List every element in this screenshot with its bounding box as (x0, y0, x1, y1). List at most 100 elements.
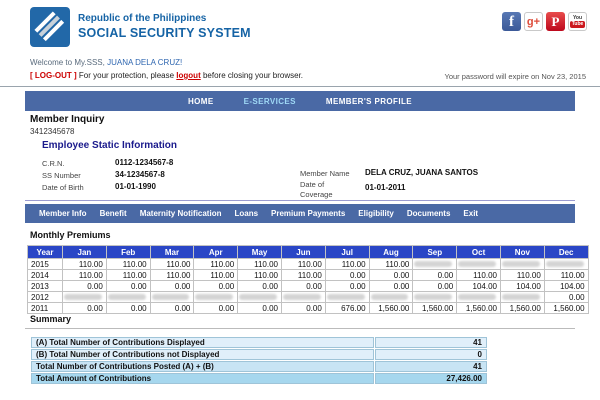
subnav-item-benefit[interactable]: Benefit (100, 209, 127, 218)
subnav-item-eligibility[interactable]: Eligibility (358, 209, 394, 218)
premium-cell-2013-aug: 0.00 (369, 281, 413, 291)
premium-cell-2011-mar: 0.00 (150, 303, 194, 313)
summary-table: (A) Total Number of Contributions Displa… (30, 336, 488, 385)
google-plus-icon[interactable]: g+ (524, 12, 543, 31)
main-nav: HOME E-SERVICES MEMBER'S PROFILE (25, 91, 575, 111)
facebook-icon[interactable]: f (502, 12, 521, 31)
premium-cell-2014-apr: 110.00 (194, 270, 238, 280)
year-cell-2012: 2012 (28, 292, 62, 302)
premium-cell-2013-oct: 104.00 (457, 281, 500, 291)
col-header-aug: Aug (369, 246, 413, 258)
subnav-item-maternity-notification[interactable]: Maternity Notification (140, 209, 222, 218)
nav-item-home[interactable]: HOME (188, 97, 214, 106)
premium-cell-2012-oct (457, 292, 500, 302)
premium-cell-2013-mar: 0.00 (150, 281, 194, 291)
summary-label-2: Total Number of Contributions Posted (A)… (31, 361, 374, 372)
welcome-user-name: JUANA DELA CRUZ! (107, 58, 183, 67)
premium-cell-2015-apr: 110.00 (194, 259, 238, 269)
premium-cell-2015-jun: 110.00 (281, 259, 325, 269)
summary-row-0: (A) Total Number of Contributions Displa… (31, 337, 487, 348)
premium-cell-2011-jan: 0.00 (63, 303, 106, 313)
premium-cell-2015-mar: 110.00 (150, 259, 194, 269)
premium-cell-2013-apr: 0.00 (194, 281, 238, 291)
crn-value: 0112-1234567-8 (115, 158, 174, 167)
redacted-value (64, 294, 102, 300)
premiums-table: Year Jan Feb Mar Apr May Jun Jul Aug Sep Oct Nov Dec… (27, 245, 589, 314)
premium-cell-2014-oct: 110.00 (457, 270, 500, 280)
redacted-value (151, 294, 190, 300)
welcome-message: Welcome to My.SSS, JUANA DELA CRUZ! (30, 58, 182, 67)
sub-nav: Member Info Benefit Maternity Notification… (25, 204, 575, 223)
subnav-item-documents[interactable]: Documents (407, 209, 451, 218)
premium-cell-2013-sep: 0.00 (413, 281, 457, 291)
premium-cell-2015-feb: 110.00 (106, 259, 150, 269)
premium-cell-2012-apr (194, 292, 238, 302)
subnav-item-member-info[interactable]: Member Info (39, 209, 87, 218)
redacted-value (107, 294, 146, 300)
premium-cell-2011-dec: 1,560.00 (544, 303, 588, 313)
org-line1: Republic of the Philippines (78, 13, 207, 24)
redacted-value (501, 294, 540, 300)
redacted-value (282, 294, 321, 300)
youtube-icon[interactable]: You Tube (568, 12, 587, 31)
subnav-item-premium-payments[interactable]: Premium Payments (271, 209, 345, 218)
premium-cell-2015-nov (500, 259, 544, 269)
header-divider (0, 86, 600, 87)
premium-cell-2013-jan: 0.00 (63, 281, 106, 291)
premium-cell-2012-nov (500, 292, 544, 302)
premium-cell-2015-jul: 110.00 (325, 259, 369, 269)
premium-cell-2012-jan (63, 292, 106, 302)
summary-value-3: 27,426.00 (375, 373, 487, 384)
subnav-item-exit[interactable]: Exit (463, 209, 478, 218)
logout-text-before: For your protection, please (78, 71, 175, 80)
col-header-jun: Jun (281, 246, 325, 258)
ss-number-label: SS Number (42, 171, 81, 180)
year-cell-2013: 2013 (28, 281, 62, 291)
col-header-jul: Jul (325, 246, 369, 258)
logout-button[interactable]: [ LOG-OUT ] (30, 71, 77, 80)
premium-cell-2012-dec: 0.00 (544, 292, 588, 302)
premium-cell-2012-sep (413, 292, 457, 302)
section-divider (25, 200, 575, 201)
logout-text-after: before closing your browser. (202, 71, 304, 80)
summary-divider (25, 328, 575, 329)
premiums-heading: Monthly Premiums (30, 230, 111, 240)
redacted-value (239, 294, 277, 300)
org-title: Republic of the Philippines SOCIAL SECUR… (78, 13, 251, 41)
premium-cell-2012-may (238, 292, 281, 302)
col-header-oct: Oct (457, 246, 500, 258)
premiums-row-2013: 2013 0.00 0.00 0.00 0.00 0.00 0.00 0.00 0.00 0.00… (28, 281, 588, 291)
redacted-value (370, 294, 409, 300)
subnav-item-loans[interactable]: Loans (234, 209, 258, 218)
summary-row-2: Total Number of Contributions Posted (A)… (31, 361, 487, 372)
logout-link[interactable]: logout (176, 71, 200, 80)
ss-number-value: 34-1234567-8 (115, 170, 165, 179)
redacted-value (326, 294, 365, 300)
premium-cell-2011-jun: 0.00 (281, 303, 325, 313)
member-number: 3412345678 (30, 127, 75, 136)
summary-row-3: Total Amount of Contributions 27,426.00 (31, 373, 487, 384)
redacted-value (501, 261, 540, 267)
premium-cell-2015-jan: 110.00 (63, 259, 106, 269)
nav-item-member-s-profile[interactable]: MEMBER'S PROFILE (326, 97, 412, 106)
year-cell-2011: 2011 (28, 303, 62, 313)
premium-cell-2014-may: 110.00 (238, 270, 281, 280)
redacted-value (414, 294, 453, 300)
pinterest-icon[interactable]: P (546, 12, 565, 31)
org-line2: SOCIAL SECURITY SYSTEM (78, 25, 251, 40)
premium-cell-2015-aug: 110.00 (369, 259, 413, 269)
col-header-apr: Apr (194, 246, 238, 258)
premium-cell-2013-dec: 104.00 (544, 281, 588, 291)
summary-value-2: 41 (375, 361, 487, 372)
premiums-row-2011: 2011 0.00 0.00 0.00 0.00 0.00 0.00 676.00 1,560.… (28, 303, 588, 313)
social-icons: f g+ P You Tube (502, 12, 587, 31)
summary-value-0: 41 (375, 337, 487, 348)
premiums-row-2014: 2014 110.00 110.00 110.00 110.00 110.00 110.00… (28, 270, 588, 280)
redacted-value (195, 294, 234, 300)
nav-item-e-services[interactable]: E-SERVICES (244, 97, 296, 106)
summary-label-1: (B) Total Number of Contributions not Di… (31, 349, 374, 360)
premium-cell-2012-jun (281, 292, 325, 302)
premiums-row-2012: 2012 0.00 (28, 292, 588, 302)
premium-cell-2015-may: 110.00 (238, 259, 281, 269)
summary-label-0: (A) Total Number of Contributions Displa… (31, 337, 374, 348)
